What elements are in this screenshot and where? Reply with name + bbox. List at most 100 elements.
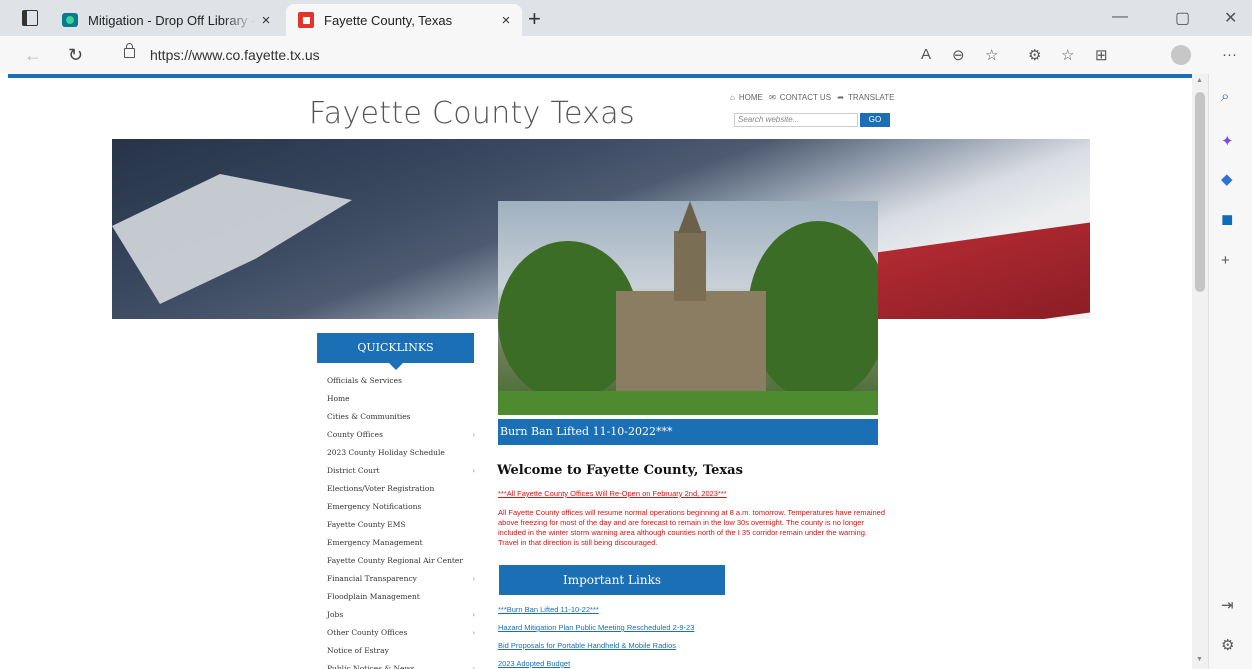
tab-title: Fayette County, Texas [324,12,453,28]
hide-sidebar-icon[interactable]: ⇥ [1221,596,1234,614]
quicklink-label: County Offices [327,430,383,439]
maximize-button[interactable]: ▢ [1175,8,1190,28]
chevron-right-icon: › [472,575,475,583]
lawn [498,391,878,415]
page-viewport: Fayette County Texas ⌂ HOME ✉ CONTACT US ➦… [8,74,1192,669]
quicklink-item[interactable]: Notice of Estray [327,642,475,660]
add-icon[interactable]: + [1221,252,1230,269]
slide-caption[interactable]: Burn Ban Lifted 11-10-2022*** [498,419,878,445]
quicklink-item[interactable]: Officials & Services [327,372,475,390]
collections-icon[interactable]: ⊞ [1095,46,1108,64]
tab-mitigation[interactable]: Mitigation - Drop Off Library - A × [56,4,282,36]
important-link[interactable]: Bid Proposals for Portable Handheld & Mo… [498,640,694,658]
quicklink-item[interactable]: District Court › [327,462,475,480]
quicklink-label: Emergency Notifications [327,502,422,511]
scroll-up-icon[interactable]: ▲ [1196,77,1203,84]
search-input[interactable]: Search website... [734,113,858,127]
quicklink-item[interactable]: Fayette County EMS [327,516,475,534]
quicklink-label: Financial Transparency [327,574,417,583]
profile-avatar[interactable] [1171,45,1191,65]
quicklink-label: Notice of Estray [327,646,389,655]
courthouse-tower [674,231,706,301]
minimize-button[interactable]: — [1112,8,1128,26]
chevron-right-icon: › [472,629,475,637]
share-icon: ➦ [837,93,844,102]
flag-star-shape [112,174,352,304]
chevron-right-icon: › [472,611,475,619]
utility-links: ⌂ HOME ✉ CONTACT US ➦ TRANSLATE [730,93,899,102]
quicklink-item[interactable]: Floodplain Management [327,588,475,606]
office-icon[interactable]: ◆ [1221,170,1233,188]
quicklink-item[interactable]: Financial Transparency › [327,570,475,588]
quicklink-item[interactable]: Cities & Communities [327,408,475,426]
courthouse-spire [678,201,702,233]
quicklink-item[interactable]: Other County Offices › [327,624,475,642]
important-link[interactable]: ***Burn Ban Lifted 11-10-22*** [498,604,694,622]
back-icon[interactable]: ← [24,45,42,66]
quicklink-label: Public Notices & News [327,664,415,669]
quicklink-item[interactable]: 2023 County Holiday Schedule [327,444,475,462]
tree-right [748,221,878,401]
quicklink-label: Emergency Management [327,538,423,547]
quicklink-label: 2023 County Holiday Schedule [327,448,445,457]
important-links-heading: Important Links [499,565,725,595]
courthouse-photo [498,201,878,415]
quicklink-label: Other County Offices [327,628,408,637]
sharepoint-icon [62,13,78,27]
tab-fayette[interactable]: Fayette County, Texas × [286,4,522,36]
close-tab-icon[interactable]: × [496,12,516,29]
quicklink-item[interactable]: Emergency Management [327,534,475,552]
important-links-list: ***Burn Ban Lifted 11-10-22*** Hazard Mit… [498,604,694,669]
alert-link[interactable]: ***All Fayette County Offices Will Re-Op… [498,489,727,498]
quicklink-item[interactable]: County Offices › [327,426,475,444]
close-window-button[interactable]: ✕ [1224,8,1237,28]
mail-icon: ✉ [769,93,776,102]
contact-link[interactable]: CONTACT US [780,93,831,102]
search-icon[interactable]: ⌕ [1221,88,1229,105]
refresh-icon[interactable]: ↻ [68,45,83,66]
site-title[interactable]: Fayette County Texas [309,96,635,131]
settings-icon[interactable]: ⚙ [1221,636,1234,654]
scroll-down-icon[interactable]: ▼ [1196,656,1203,663]
more-icon[interactable]: ··· [1222,46,1237,63]
quicklink-item[interactable]: Public Notices & News › [327,660,475,669]
lock-icon[interactable] [124,43,135,58]
favorites-icon[interactable]: ☆ [1061,46,1074,64]
tab-bar: Mitigation - Drop Off Library - A × Faye… [0,0,1252,36]
tab-title: Mitigation - Drop Off Library - A [88,12,256,28]
go-button[interactable]: GO [860,113,890,127]
outlook-icon[interactable]: ◼ [1221,210,1233,228]
important-link[interactable]: 2023 Adopted Budget [498,658,694,669]
translate-link[interactable]: TRANSLATE [848,93,895,102]
address-bar[interactable]: https://www.co.fayette.tx.us [150,47,320,63]
close-tab-icon[interactable]: × [256,12,276,29]
quicklinks-heading: QUICKLINKS [317,333,474,370]
address-row: ← ↻ https://www.co.fayette.tx.us A ⊖ ☆ ⚙… [0,36,1252,74]
scrollbar[interactable]: ▲ ▼ [1192,74,1208,669]
quicklink-label: Floodplain Management [327,592,420,601]
quicklink-item[interactable]: Fayette County Regional Air Center [327,552,475,570]
sidebar-toggle-icon[interactable] [22,10,38,26]
copilot-icon[interactable]: ✦ [1221,132,1234,150]
new-tab-button[interactable]: + [528,6,541,32]
zoom-icon[interactable]: ⊖ [952,46,965,64]
quicklink-item[interactable]: Jobs › [327,606,475,624]
site-top-bar [8,74,1192,78]
quicklink-label: Officials & Services [327,376,402,385]
quicklink-item[interactable]: Elections/Voter Registration [327,480,475,498]
home-link[interactable]: HOME [739,93,763,102]
quicklink-label: Fayette County Regional Air Center [327,556,463,565]
favorite-icon[interactable]: ☆ [985,46,998,64]
quicklink-label: Jobs [327,610,344,619]
read-aloud-icon[interactable]: A [921,46,931,63]
quicklink-item[interactable]: Home [327,390,475,408]
scroll-thumb[interactable] [1195,92,1205,292]
quicklink-label: Fayette County EMS [327,520,406,529]
quicklink-item[interactable]: Emergency Notifications [327,498,475,516]
edge-sidebar: ⌕ ✦ ◆ ◼ + ⇥ ⚙ [1208,74,1252,669]
alert-text: All Fayette County offices will resume n… [498,508,885,547]
welcome-heading: Welcome to Fayette County, Texas [497,463,743,478]
important-link[interactable]: Hazard Mitigation Plan Public Meeting Re… [498,622,694,640]
extensions-icon[interactable]: ⚙ [1028,46,1041,64]
site-favicon-icon [298,12,314,28]
